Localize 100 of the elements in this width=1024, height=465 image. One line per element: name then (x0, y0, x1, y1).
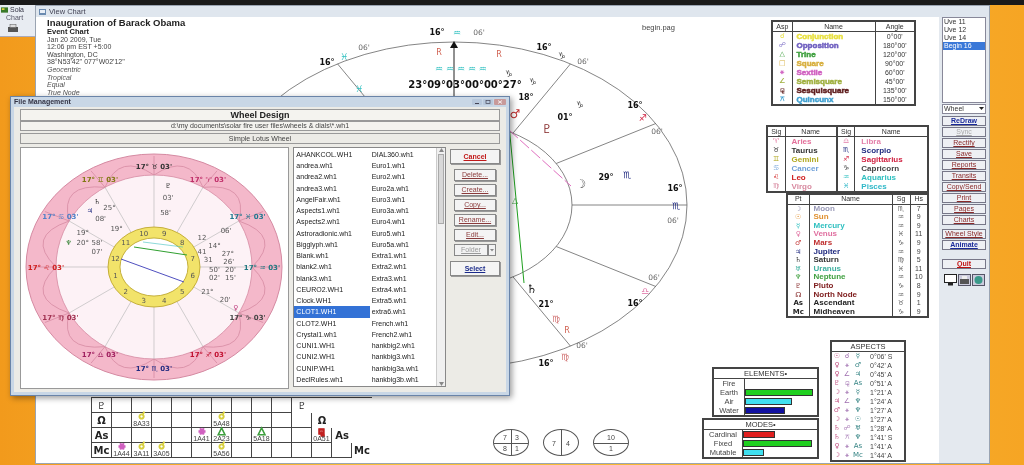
degree-label: 01° (557, 113, 573, 122)
zodiac-glyph: ♐ (638, 113, 648, 123)
degree-label: 29° (598, 173, 614, 182)
zodiac-glyph: ♒ ♒ ♒ ♒ ♒ (435, 64, 487, 74)
scroll-thumb[interactable] (438, 154, 444, 224)
planet-glyph: ♇ (541, 122, 553, 136)
planet-glyph: ♂ (509, 107, 521, 121)
maximize-icon[interactable] (483, 99, 493, 105)
table-cell: Sun (809, 213, 892, 222)
table-cell: Taurus (785, 146, 837, 155)
grid-cell (272, 413, 292, 428)
scroll-up-icon[interactable] (438, 148, 444, 152)
degree-label: 21° (538, 300, 554, 309)
zodiac-glyph: ♏ (671, 201, 681, 211)
globe-icon[interactable] (971, 274, 985, 286)
table-cell: Moon (809, 204, 892, 214)
table-cell: Saturn (809, 256, 892, 265)
degree-label: 16° (627, 299, 643, 308)
table-cell: Sagittarius (854, 155, 928, 164)
aspect-glyph: ⚹ (198, 427, 205, 436)
monitor-icon[interactable] (943, 274, 957, 286)
degree-label: 16° (627, 101, 643, 110)
table-cell: North Node (809, 290, 892, 300)
zodiac-glyph: ♍ (560, 352, 570, 362)
table-cell: Square (792, 59, 875, 68)
degree-label: 23°09°03°00°00°27° (408, 79, 522, 90)
grid-cell (292, 443, 312, 458)
retrograde-mark: R (564, 326, 570, 335)
zodiac-glyph: ♍ (551, 314, 561, 324)
zodiac-glyph: ♑ (557, 51, 567, 61)
chart-title: Inauguration of Barack Obama (47, 18, 186, 28)
aspect-glyph: △ (217, 427, 226, 436)
degree-label: 16° (667, 184, 683, 193)
diagonal-label: Mc (353, 444, 371, 458)
table-cell: Gemini (785, 155, 837, 164)
grid-cell (272, 443, 292, 458)
zodiac-glyph: ♓ (339, 52, 349, 62)
degree-label: 16° (319, 58, 335, 67)
table-cell: Quincunx (792, 95, 875, 105)
row-label: Mc (92, 443, 112, 458)
aspect-glyph: ☌ (218, 412, 225, 421)
minimize-icon[interactable] (472, 99, 482, 105)
aspect-glyph: ☌ (158, 442, 165, 451)
grid-cell (172, 413, 192, 428)
table-cell: Sesquisquare (792, 86, 875, 95)
degree-label: 16° (536, 43, 552, 52)
grid-cell (332, 443, 352, 458)
table-cell: Conjunction (792, 31, 875, 41)
app-icon (1, 6, 8, 13)
table-cell: Jupiter (809, 247, 892, 257)
zodiac-glyph: ♎ (640, 286, 650, 296)
degree-label: 16° (429, 28, 445, 37)
degree-label: 16° (538, 359, 554, 368)
grid-cell (292, 413, 312, 428)
aspect-glyph: ⚼ (318, 427, 325, 436)
diagonal-label: Ω (316, 414, 328, 428)
row-label: ♇ (92, 398, 112, 413)
table-cell: Pluto (809, 281, 892, 291)
table-cell: Virgo (785, 182, 837, 192)
table-cell: Mercury (809, 221, 892, 231)
table-cell: Libra (854, 136, 928, 146)
printer-icon[interactable] (7, 24, 19, 33)
table-cell: Trine (792, 50, 875, 59)
printer-icon[interactable] (957, 274, 971, 286)
zodiac-glyph: ♑ (504, 69, 514, 79)
table-cell: Neptune (809, 273, 892, 282)
table-cell: Sextile (792, 68, 875, 77)
row-label: Ω (92, 413, 112, 428)
table-cell: Scorpio (854, 146, 928, 155)
zodiac-glyph: ♑ (528, 77, 538, 87)
aspect-glyph: ☌ (138, 412, 145, 421)
aspect-glyph: △ (257, 427, 266, 436)
dialog-heading: Wheel Design (20, 109, 500, 121)
diagonal-label: ♇ (296, 399, 308, 413)
aspect-glyph: ⚹ (118, 442, 125, 451)
table-cell: Mars (809, 238, 892, 248)
planet-glyph: ♄ (526, 282, 538, 296)
zodiac-glyph: ♏ (622, 170, 632, 180)
table-cell: Uranus (809, 264, 892, 274)
zodiac-glyph: ♒ (452, 28, 462, 38)
diagonal-label: As (334, 429, 350, 443)
scroll-down-icon[interactable] (438, 382, 444, 386)
zodiac-glyph: ♑ (575, 100, 585, 110)
zodiac-glyph: ♓ (354, 84, 364, 94)
table-cell: Aries (785, 136, 837, 146)
table-cell: Semisquare (792, 77, 875, 86)
table-cell: Pisces (854, 182, 928, 192)
table-cell: Opposition (792, 41, 875, 50)
degree-label: 18° (518, 93, 534, 102)
scrollbar[interactable] (436, 148, 445, 386)
table-cell: Ascendant (809, 299, 892, 308)
aspect-glyph: ☌ (138, 442, 145, 451)
table-cell: Aquarius (854, 173, 928, 182)
retrograde-mark: R (496, 50, 502, 59)
dropdown-arrow-icon (979, 107, 984, 111)
aspect-glyph: △ (511, 196, 519, 205)
retrograde-mark: R (436, 48, 442, 57)
table-cell: Midheaven (809, 307, 892, 318)
planet-glyph: ☽ (575, 177, 587, 191)
aspect-glyph: ☌ (218, 442, 225, 451)
